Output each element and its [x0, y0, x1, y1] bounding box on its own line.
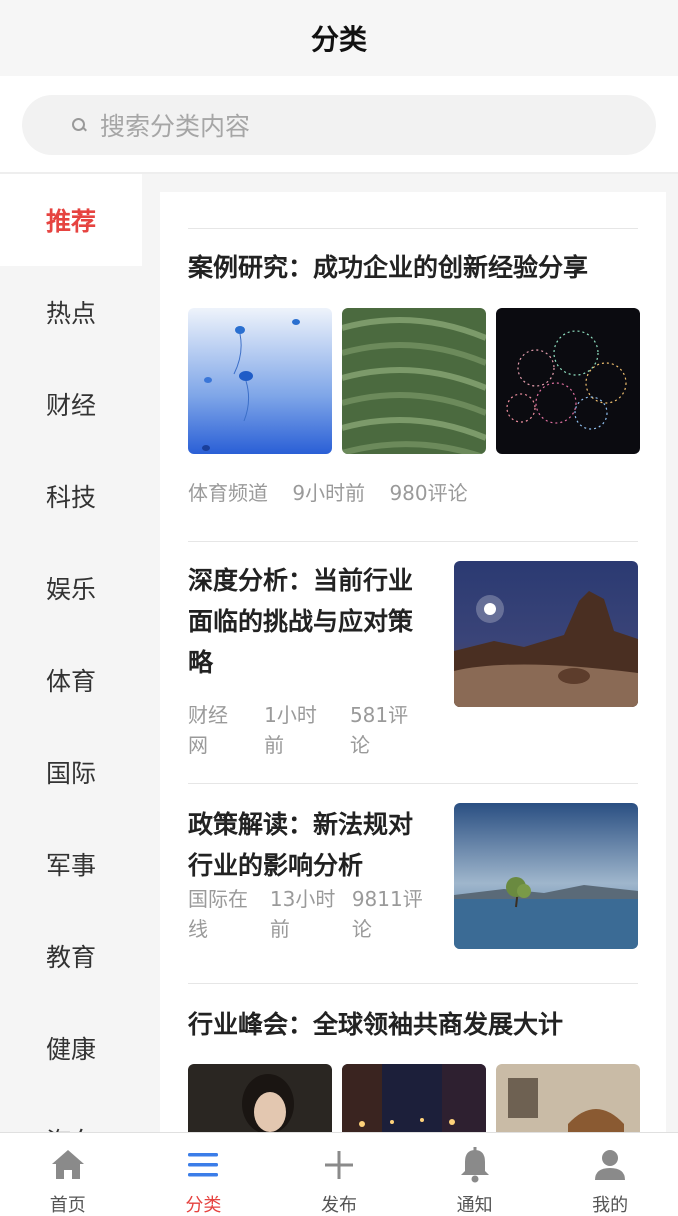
tab-home[interactable]: 首页 [0, 1133, 136, 1216]
article-meta: 体育频道 9小时前 980评论 [188, 477, 486, 506]
article-image-lake-tree [454, 803, 638, 949]
plus-icon [319, 1145, 359, 1185]
article-title: 政策解读：新法规对行业的影响分析 [188, 810, 414, 880]
sidebar-item-tech[interactable]: 科技 [0, 450, 142, 542]
sidebar-item-finance[interactable]: 财经 [0, 358, 142, 450]
sidebar-item-recommend[interactable]: 推荐 [0, 174, 142, 266]
tab-publish[interactable]: 发布 [271, 1133, 407, 1216]
article-image-portrait [188, 1064, 332, 1134]
sidebar-item-sports[interactable]: 体育 [0, 634, 142, 726]
article-card[interactable]: 案例研究：成功企业的创新经验分享 体育频道 9小时前 980评论 [188, 228, 640, 540]
user-icon [590, 1145, 630, 1185]
bell-icon [455, 1145, 495, 1185]
article-time: 1小时 前 [264, 703, 317, 757]
tab-label: 通知 [456, 1195, 493, 1216]
tab-label: 发布 [320, 1195, 357, 1216]
article-image-fireworks [496, 308, 640, 454]
search-input[interactable]: 搜索分类内容 [22, 95, 656, 155]
sidebar-item-international[interactable]: 国际 [0, 726, 142, 818]
article-title: 行业峰会：全球领袖共商发展大计 [188, 1010, 564, 1039]
tab-label: 我的 [592, 1195, 629, 1216]
article-time: 13小时 前 [269, 887, 336, 941]
home-icon [48, 1145, 88, 1185]
article-image-tea-field [342, 308, 486, 454]
article-image-night-street [342, 1064, 486, 1134]
article-title: 案例研究：成功企业的创新经验分享 [188, 253, 589, 282]
sidebar-item-entertainment[interactable]: 娱乐 [0, 542, 142, 634]
sidebar-item-health[interactable]: 健康 [0, 1002, 142, 1094]
sidebar-item-auto[interactable]: 汽车 [0, 1094, 142, 1134]
tab-category[interactable]: 分类 [136, 1133, 272, 1216]
tab-notify[interactable]: 通知 [407, 1133, 543, 1216]
article-comments: 581评 论 [349, 703, 409, 757]
category-sidebar: 推荐 热点 财经 科技 娱乐 体育 国际 军事 教育 健康 汽车 [0, 174, 142, 1134]
bottom-tab-bar: 首页 分类 发布 通知 我的 [0, 1132, 678, 1216]
list-icon [183, 1145, 223, 1185]
tab-mine[interactable]: 我的 [542, 1133, 678, 1216]
article-image-desert-night [454, 561, 638, 707]
article-feed: 案例研究：成功企业的创新经验分享 体育频道 9小时前 980评论 深度分析：当前… [160, 192, 666, 1134]
sidebar-item-education[interactable]: 教育 [0, 910, 142, 1002]
tab-label: 首页 [49, 1195, 86, 1216]
tab-label: 分类 [185, 1195, 222, 1216]
search-section: 搜索分类内容 [0, 76, 678, 174]
article-card[interactable]: 行业峰会：全球领袖共商发展大计 [188, 983, 640, 1134]
article-meta: 财经 网 1小时 前 581评 论 [188, 700, 428, 760]
article-comments: 980评论 [389, 481, 468, 505]
article-source: 财经 网 [188, 703, 228, 757]
search-placeholder: 搜索分类内容 [100, 112, 251, 141]
article-title: 深度分析：当前行业面临的挑战与应对策略 [188, 566, 414, 677]
sidebar-item-military[interactable]: 军事 [0, 818, 142, 910]
article-card[interactable]: 深度分析：当前行业面临的挑战与应对策略 财经 网 1小时 前 581评 论 [188, 541, 638, 783]
article-card[interactable]: 政策解读：新法规对行业的影响分析 国际在 线 13小时 前 9811评 论 [188, 783, 638, 983]
search-icon [72, 118, 86, 132]
article-source: 体育频道 [188, 481, 268, 505]
article-image-old-door [496, 1064, 640, 1134]
page-title: 分类 [310, 23, 367, 56]
article-meta: 国际在 线 13小时 前 9811评 论 [188, 884, 428, 944]
article-comments: 9811评 论 [351, 887, 423, 941]
article-image-jellyfish [188, 308, 332, 454]
top-bar: 分类 [0, 0, 678, 76]
sidebar-item-hot[interactable]: 热点 [0, 266, 142, 358]
article-source: 国际在 线 [188, 887, 248, 941]
article-time: 9小时前 [292, 481, 366, 505]
